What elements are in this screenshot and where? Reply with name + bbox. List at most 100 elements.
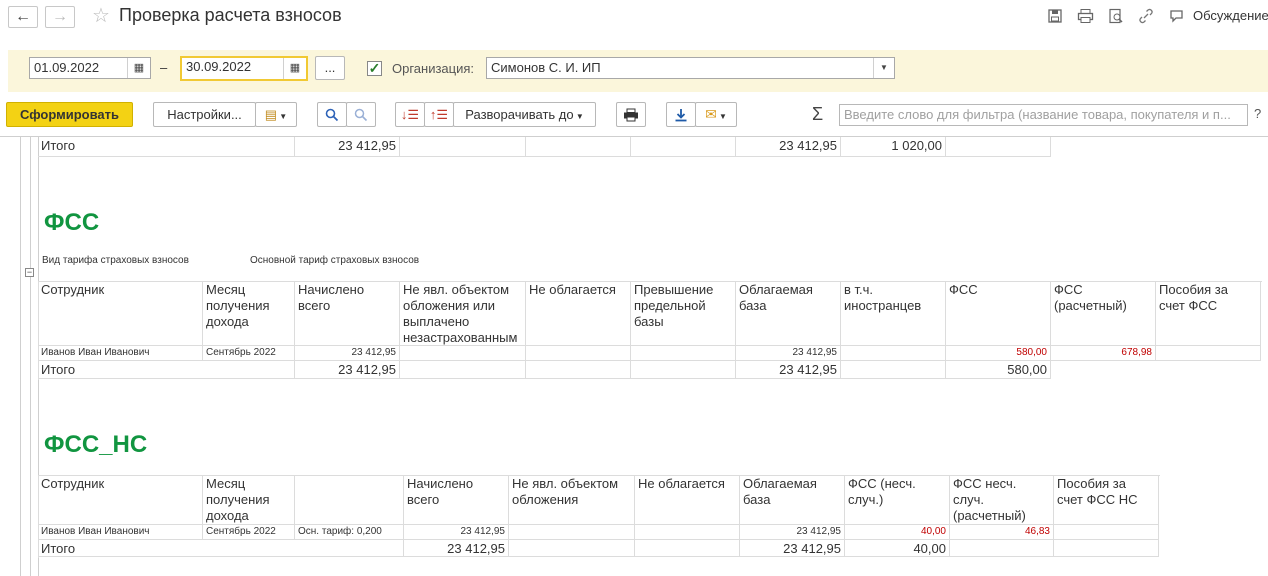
chevron-down-icon: ▼ (716, 112, 727, 121)
fss-ns-total-cell (635, 540, 740, 557)
prev-total-label: Итого (38, 137, 295, 157)
expand-to-button[interactable]: Разворачивать до ▼ (453, 102, 596, 127)
fss-ns-header-cell: Пособия за счет ФСС НС (1054, 475, 1159, 525)
fss-ns-header-cell: Облагаемая база (740, 475, 845, 525)
discussion-button[interactable]: Обсуждение (1193, 8, 1268, 23)
date-range-dash: – (160, 60, 168, 75)
fss-row-month: Сентябрь 2022 (203, 346, 295, 361)
envelope-icon: ✉ (705, 106, 717, 122)
date-to-value: 30.09.2022 (186, 59, 252, 74)
fss-ns-row-cell (635, 525, 740, 540)
sum-icon[interactable]: Σ (812, 104, 823, 125)
prev-total-cell (400, 137, 526, 157)
report-variants-icon: ▤ (264, 107, 278, 122)
fss-total-accrued: 23 412,95 (295, 361, 400, 379)
print-button[interactable] (616, 102, 646, 127)
section-title-fss-ns: ФСС_НС (44, 431, 148, 458)
tariff-type-label: Вид тарифа страховых взносов (42, 255, 189, 266)
back-arrow-icon: ← (15, 8, 31, 25)
collapse-group-icon[interactable]: − (25, 268, 34, 277)
fss-ns-total-cell (950, 540, 1054, 557)
fss-header-cell: Месяц получения дохода (203, 281, 295, 346)
sort-descending-button[interactable]: ↓☰ (395, 102, 425, 127)
fss-ns-row-fss-ns-calc: 46,83 (950, 525, 1054, 540)
prev-total-taxable: 23 412,95 (736, 137, 841, 157)
chevron-down-icon[interactable]: ▼ (873, 58, 894, 78)
sort-descending-icon: ↓☰ (400, 107, 420, 122)
prev-total-accrued: 23 412,95 (295, 137, 400, 157)
search-button[interactable] (317, 102, 347, 127)
tariff-type-value: Основной тариф страховых взносов (250, 255, 420, 266)
date-from-field[interactable]: 01.09.2022 ▦ (29, 57, 151, 79)
fss-row-cell (526, 346, 631, 361)
fss-ns-row-tariff: Осн. тариф: 0,200 (295, 525, 404, 540)
save-file-button[interactable] (666, 102, 696, 127)
grouping-line (30, 137, 31, 576)
fss-ns-row-month: Сентябрь 2022 (203, 525, 295, 540)
sort-ascending-button[interactable]: ↑☰ (424, 102, 454, 127)
fss-ns-header-cell: ФСС несч. случ. (расчетный) (950, 475, 1054, 525)
favorite-star-icon[interactable]: ☆ (92, 3, 110, 28)
send-email-button[interactable]: ✉ ▼ (695, 102, 737, 127)
back-button[interactable]: ← (8, 6, 38, 28)
calendar-icon[interactable]: ▦ (283, 58, 306, 79)
chevron-down-icon: ▼ (573, 112, 584, 121)
search-refresh-icon (354, 108, 368, 122)
fss-ns-total-cell (1054, 540, 1159, 557)
calendar-icon[interactable]: ▦ (127, 58, 150, 78)
fss-ns-total-cell (509, 540, 635, 557)
fss-header-cell: Сотрудник (38, 281, 203, 346)
prev-total-cell (631, 137, 736, 157)
fss-ns-row-cell (1054, 525, 1159, 540)
period-select-button[interactable]: ... (315, 56, 345, 80)
link-icon[interactable] (1138, 8, 1154, 28)
fss-total-fss: 580,00 (946, 361, 1051, 379)
fss-total-cell (526, 361, 631, 379)
fss-ns-header-cell (295, 475, 404, 525)
organization-value: Симонов С. И. ИП (491, 60, 601, 75)
chevron-down-icon: ▼ (277, 112, 288, 121)
fss-row-employee: Иванов Иван Иванович (38, 346, 203, 361)
fss-ns-header-cell: Не явл. объектом обложения (509, 475, 635, 525)
organization-checkbox[interactable]: ✓ (367, 61, 382, 76)
fss-header-cell: Превышение предельной базы (631, 281, 736, 346)
grouping-line (20, 137, 21, 576)
date-from-value: 01.09.2022 (34, 60, 100, 75)
search-icon (325, 108, 339, 122)
fss-row-cell (631, 346, 736, 361)
fss-row-taxable: 23 412,95 (736, 346, 841, 361)
organization-field[interactable]: Симонов С. И. ИП ▼ (486, 57, 895, 79)
settings-button[interactable]: Настройки... (153, 102, 256, 127)
fss-header-cell: ФСС (расчетный) (1051, 281, 1156, 346)
variants-menu-button[interactable]: ▤ ▼ (255, 102, 297, 127)
fss-ns-header-cell: Сотрудник (38, 475, 203, 525)
fss-row-fss-calc: 678,98 (1051, 346, 1156, 361)
filter-search-input[interactable]: Введите слово для фильтра (название това… (839, 104, 1248, 126)
fss-header-cell: Не облагается (526, 281, 631, 346)
prev-total-cell (946, 137, 1051, 157)
forward-button[interactable]: → (45, 6, 75, 28)
fss-total-cell (841, 361, 946, 379)
page-title: Проверка расчета взносов (119, 5, 342, 25)
preview-icon[interactable] (1108, 8, 1124, 28)
fss-ns-total-accrued: 23 412,95 (404, 540, 509, 557)
fss-total-cell (631, 361, 736, 379)
fss-ns-total-fss-ns: 40,00 (845, 540, 950, 557)
date-to-field[interactable]: 30.09.2022 ▦ (180, 56, 308, 81)
printer-icon (624, 108, 638, 122)
discussion-icon[interactable] (1169, 8, 1185, 28)
fss-ns-row-employee: Иванов Иван Иванович (38, 525, 203, 540)
fss-ns-total-taxable: 23 412,95 (740, 540, 845, 557)
help-icon[interactable]: ? (1254, 106, 1261, 121)
search-next-button[interactable] (346, 102, 376, 127)
fss-row-cell (400, 346, 526, 361)
section-title-fss: ФСС (44, 209, 100, 236)
fss-ns-header-cell: Не облагается (635, 475, 740, 525)
fss-ns-row-taxable: 23 412,95 (740, 525, 845, 540)
forward-arrow-icon: → (52, 8, 68, 25)
save-icon[interactable] (1047, 8, 1063, 28)
generate-button[interactable]: Сформировать (6, 102, 133, 127)
fss-ns-row-fss-ns: 40,00 (845, 525, 950, 540)
prev-total-cell (526, 137, 631, 157)
print-icon[interactable] (1077, 8, 1094, 28)
